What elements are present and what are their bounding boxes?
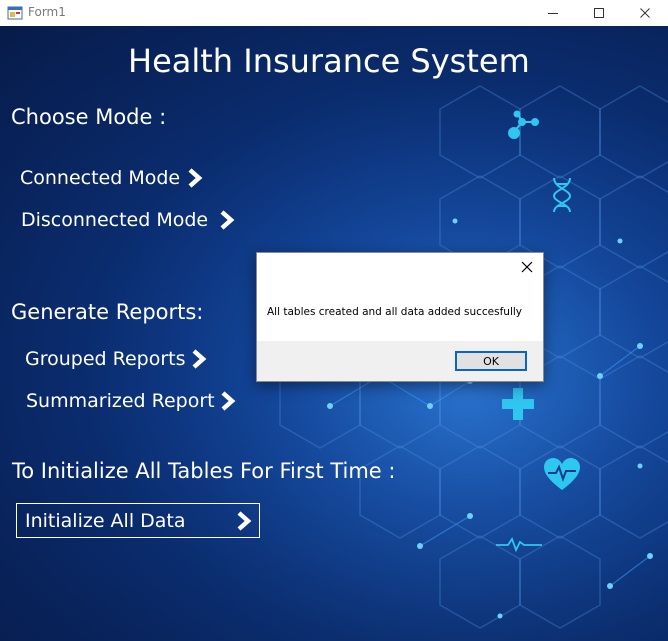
minimize-button[interactable] (530, 0, 576, 26)
molecule-icon (508, 110, 539, 139)
close-icon (640, 8, 650, 18)
chevron-right-icon (186, 167, 204, 189)
chevron-right-icon (235, 510, 253, 532)
connected-mode-label: Connected Mode (20, 167, 181, 189)
grouped-reports-link[interactable]: Grouped Reports (25, 348, 208, 370)
chevron-right-icon (218, 209, 236, 231)
chevron-right-icon (219, 390, 237, 412)
disconnected-mode-link[interactable]: Disconnected Mode (21, 209, 236, 231)
minimize-icon (548, 13, 558, 14)
ok-button[interactable]: OK (455, 351, 527, 371)
maximize-button[interactable] (576, 0, 622, 26)
summarized-report-label: Summarized Report (26, 390, 215, 412)
generate-reports-label: Generate Reports: (11, 300, 204, 324)
page-title: Health Insurance System (128, 42, 530, 80)
connected-mode-link[interactable]: Connected Mode (20, 167, 204, 189)
app-icon (7, 6, 23, 20)
window-title: Form1 (28, 5, 66, 19)
message-dialog: All tables created and all data added su… (256, 252, 544, 382)
initialize-all-data-label: Initialize All Data (25, 509, 186, 532)
heart-pulse-icon (544, 458, 580, 490)
grouped-reports-label: Grouped Reports (25, 348, 186, 370)
dialog-footer: OK (257, 341, 543, 381)
initialize-tables-label: To Initialize All Tables For First Time … (12, 459, 396, 483)
dialog-message: All tables created and all data added su… (267, 306, 523, 318)
title-bar: Form1 (0, 0, 668, 26)
summarized-report-link[interactable]: Summarized Report (26, 390, 237, 412)
chevron-right-icon (190, 348, 208, 370)
maximize-icon (594, 8, 604, 18)
disconnected-mode-label: Disconnected Mode (21, 209, 209, 231)
dna-icon (552, 177, 572, 213)
dialog-close-icon[interactable] (519, 259, 535, 275)
initialize-all-data-button[interactable]: Initialize All Data (16, 503, 260, 538)
close-button[interactable] (622, 0, 668, 26)
main-window: Form1 Health Insurance System Choose Mod… (0, 0, 668, 641)
ecg-line-icon (496, 537, 542, 552)
choose-mode-label: Choose Mode : (11, 105, 167, 129)
medical-cross-icon (502, 388, 534, 420)
